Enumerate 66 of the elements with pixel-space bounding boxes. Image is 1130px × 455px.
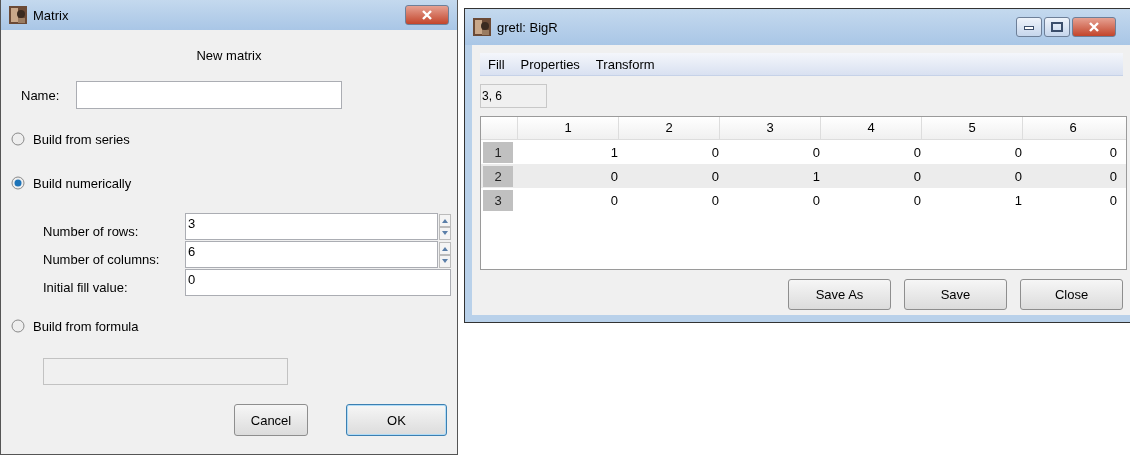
window-title: gretl: BigR: [497, 19, 559, 35]
table-cell-text: 0: [710, 144, 719, 160]
field-label: Number of rows:: [43, 224, 140, 240]
spinner-arrows-icon[interactable]: [439, 241, 451, 268]
radio-label: Build from formula: [33, 318, 139, 334]
table-cell-text: 0: [609, 192, 618, 208]
radio-label: Build from series: [33, 131, 130, 147]
table-cell-text: 1: [609, 144, 618, 160]
column-header[interactable]: 3: [719, 117, 820, 139]
dialog-button[interactable]: OK: [346, 404, 447, 436]
close-button[interactable]: [1072, 17, 1116, 37]
maximize-button[interactable]: [1044, 17, 1070, 37]
column-header[interactable]: 6: [1022, 117, 1123, 139]
window-title: Matrix: [33, 7, 70, 23]
table-cell-text: 0: [609, 168, 618, 184]
close-icon: [421, 10, 433, 20]
minimize-icon: [1024, 24, 1034, 30]
close-button[interactable]: [405, 5, 449, 25]
field-label: Initial fill value:: [43, 280, 129, 296]
column-header[interactable]: 5: [921, 117, 1022, 139]
window-button[interactable]: Close: [1020, 279, 1123, 310]
column-header[interactable]: 1: [517, 117, 618, 139]
table-cell-text: 0: [710, 192, 719, 208]
menu-item[interactable]: Transform: [595, 56, 655, 72]
dimensions-field: 3, 6: [480, 84, 547, 108]
window-button[interactable]: Save: [904, 279, 1007, 310]
column-header[interactable]: 2: [618, 117, 719, 139]
table-cell-text: 1: [1013, 192, 1022, 208]
table-cell-text: 0: [811, 192, 820, 208]
table-cell-text: 0: [912, 168, 921, 184]
table-cell-text: 1: [811, 168, 820, 184]
dialog-heading: New matrix: [196, 48, 263, 63]
table-cell-text: 0: [1108, 168, 1118, 184]
radio-button[interactable]: [11, 132, 25, 146]
dialog-button[interactable]: Cancel: [234, 404, 308, 436]
maximize-icon: [1051, 22, 1063, 32]
menu-item[interactable]: Properties: [520, 56, 580, 72]
input-field[interactable]: 6: [185, 241, 438, 268]
app-icon: [9, 6, 27, 24]
formula-field[interactable]: [43, 358, 288, 385]
table-cell-text: 0: [1108, 192, 1118, 208]
table-cell-text: 0: [912, 144, 921, 160]
table-cell-text: 0: [1013, 144, 1022, 160]
app-icon: [473, 18, 491, 36]
name-field[interactable]: [76, 81, 343, 109]
radio-label: Build numerically: [33, 175, 132, 191]
name-label: Name:: [21, 87, 60, 103]
window-button[interactable]: Save As: [788, 279, 891, 310]
column-header[interactable]: 4: [820, 117, 921, 139]
row-header[interactable]: 2: [483, 165, 513, 187]
spinner-arrows-icon[interactable]: [439, 213, 451, 240]
table-cell-text: 0: [811, 144, 820, 160]
input-field[interactable]: 0: [185, 269, 451, 296]
row-header[interactable]: 3: [483, 189, 513, 211]
field-label: Number of columns:: [43, 252, 161, 268]
table-cell-text: 0: [710, 168, 719, 184]
radio-button[interactable]: [11, 319, 25, 333]
close-icon: [1088, 22, 1100, 32]
table-cell-text: 0: [1108, 144, 1118, 160]
input-field[interactable]: 3: [185, 213, 438, 240]
radio-button[interactable]: [11, 176, 25, 190]
menu-item[interactable]: Fill: [488, 56, 505, 72]
table-cell-text: 0: [1013, 168, 1022, 184]
table-cell-text: 0: [912, 192, 921, 208]
minimize-button[interactable]: [1016, 17, 1042, 37]
row-header[interactable]: 1: [483, 141, 513, 163]
